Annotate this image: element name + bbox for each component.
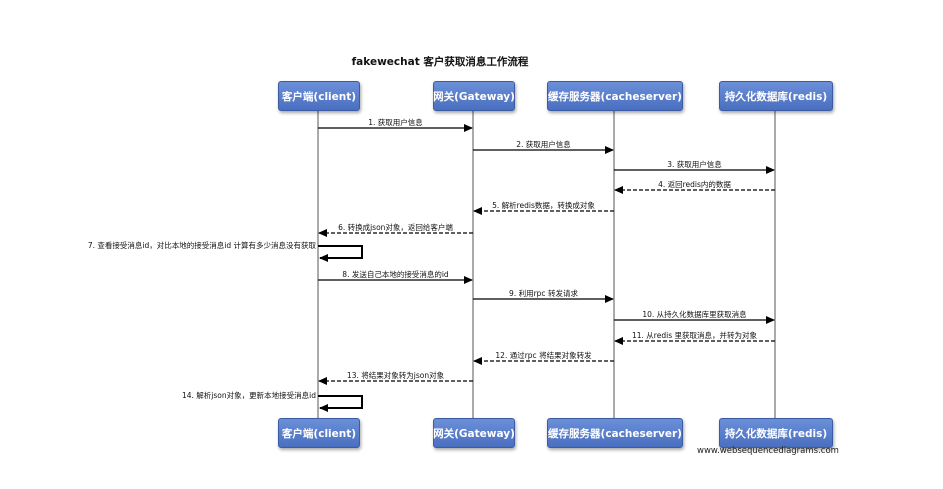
message-13: 13. 将结果对象转为json对象 [318, 370, 473, 385]
message-14: 14. 解析json对象，更新本地接受消息id [182, 390, 363, 412]
actor-bottom-2: 缓存服务器(cacheserver) [547, 418, 683, 448]
actor-top-1: 网关(Gateway) [433, 81, 515, 111]
message-label-5: 5. 解析redis数据，转换成对象 [492, 200, 595, 210]
message-12: 12. 通过rpc 将结果对象转发 [473, 350, 614, 365]
message-9: 9. 利用rpc 转发请求 [473, 288, 614, 303]
actor-top-2: 缓存服务器(cacheserver) [547, 81, 683, 111]
actor-bottom-1: 网关(Gateway) [433, 418, 515, 448]
message-7: 7. 查看接受消息id，对比本地的接受消息id 计算有多少消息没有获取 [88, 240, 363, 262]
message-10: 10. 从持久化数据库里获取消息 [614, 309, 775, 324]
message-label-8: 8. 发送自己本地的接受消息的id [342, 269, 449, 279]
message-label-3: 3. 获取用户信息 [667, 159, 722, 169]
message-label-4: 4. 返回redis内的数据 [658, 179, 731, 189]
sequence-diagram: 1. 获取用户信息 2. 获取用户信息 3. 获取用户信息 4. 返回redis内的数… [88, 109, 776, 418]
message-label-12: 12. 通过rpc 将结果对象转发 [495, 350, 592, 360]
self-message-arrow [318, 245, 363, 262]
message-2: 2. 获取用户信息 [473, 139, 614, 154]
message-1: 1. 获取用户信息 [318, 117, 473, 132]
message-label-14: 14. 解析json对象，更新本地接受消息id [182, 390, 316, 400]
footer-credit: www.websequencediagrams.com [697, 446, 839, 456]
message-6: 6. 转换成json对象，返回给客户端 [318, 222, 473, 237]
message-label-2: 2. 获取用户信息 [516, 139, 571, 149]
message-label-9: 9. 利用rpc 转发请求 [509, 288, 578, 298]
message-label-10: 10. 从持久化数据库里获取消息 [642, 309, 747, 319]
self-message-arrow [318, 395, 363, 412]
actor-bottom-3: 持久化数据库(redis) [719, 418, 833, 448]
actor-bottom-0: 客户端(client) [278, 418, 360, 448]
message-label-6: 6. 转换成json对象，返回给客户端 [338, 222, 453, 232]
message-label-11: 11. 从redis 里获取消息，并转为对象 [632, 330, 757, 340]
message-label-13: 13. 将结果对象转为json对象 [347, 370, 445, 380]
message-label-1: 1. 获取用户信息 [368, 117, 423, 127]
message-11: 11. 从redis 里获取消息，并转为对象 [614, 330, 775, 345]
message-label-7: 7. 查看接受消息id，对比本地的接受消息id 计算有多少消息没有获取 [88, 240, 317, 250]
actor-top-3: 持久化数据库(redis) [719, 81, 833, 111]
message-4: 4. 返回redis内的数据 [614, 179, 775, 194]
message-5: 5. 解析redis数据，转换成对象 [473, 200, 614, 215]
actor-top-0: 客户端(client) [278, 81, 360, 111]
message-3: 3. 获取用户信息 [614, 159, 775, 174]
message-8: 8. 发送自己本地的接受消息的id [318, 269, 473, 284]
